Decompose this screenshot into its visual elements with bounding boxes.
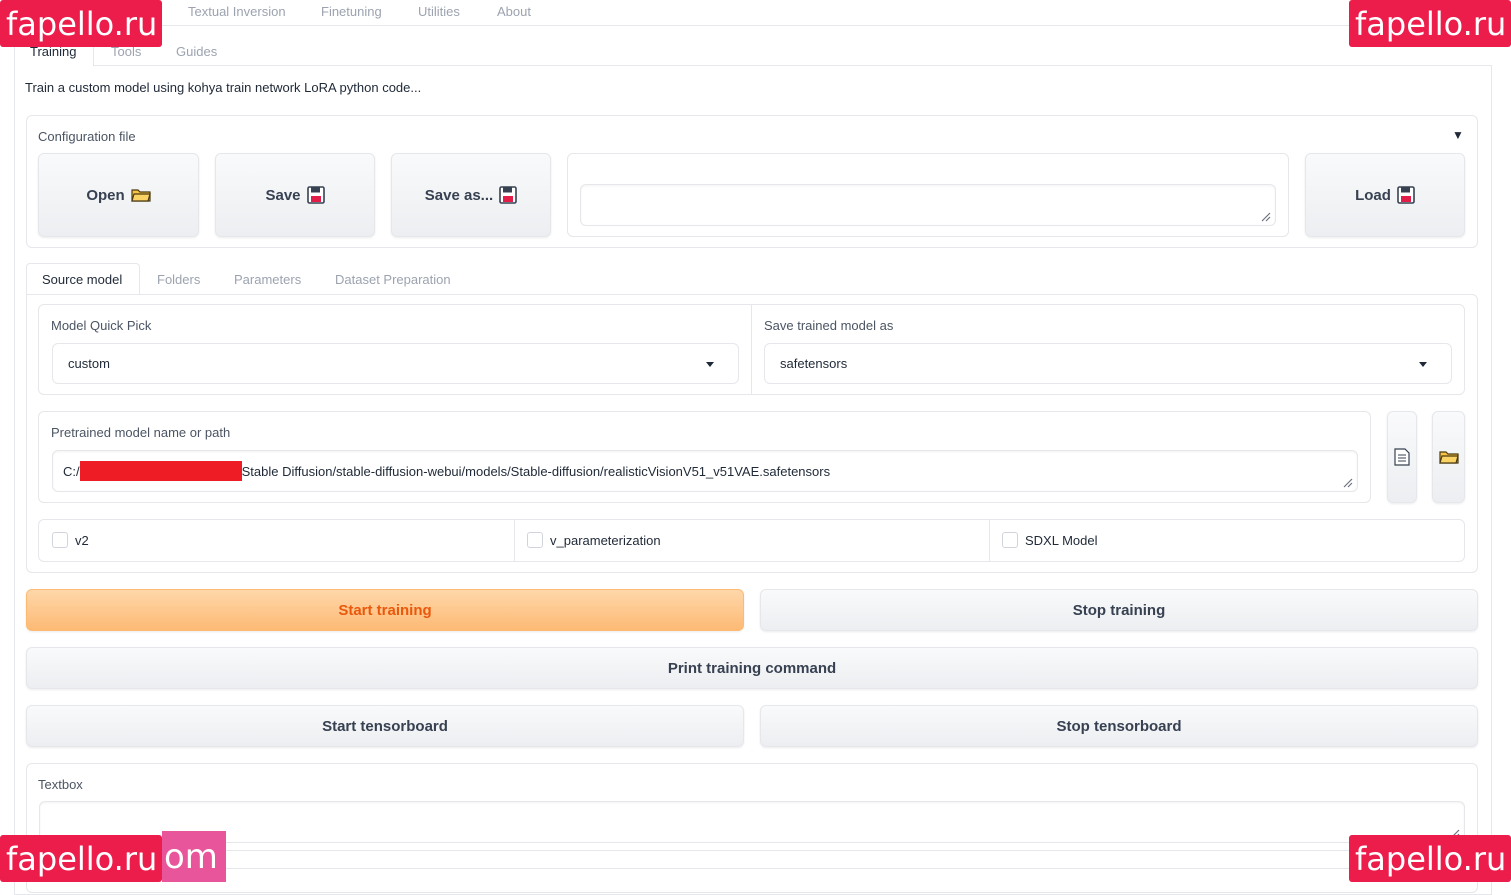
subtab-guides[interactable]: Guides [176, 44, 217, 59]
pick-folder-button[interactable] [1432, 411, 1465, 503]
save-label: Save [265, 186, 301, 204]
save-as-label: Save as... [424, 186, 494, 204]
document-icon [1394, 448, 1410, 466]
print-training-command-button[interactable]: Print training command [26, 647, 1478, 689]
v2-checkbox[interactable] [52, 532, 68, 548]
watermark-logo: fapello.ru [1349, 835, 1511, 882]
pretrained-model-input[interactable]: C:/Stable Diffusion/stable-diffusion-web… [52, 450, 1358, 492]
page-description: Train a custom model using kohya train n… [25, 80, 422, 95]
model-flags-row [38, 519, 1465, 562]
tab-finetuning[interactable]: Finetuning [321, 4, 382, 19]
textbox-label: Textbox [38, 777, 83, 792]
tab-textual-inversion[interactable]: Textual Inversion [188, 4, 286, 19]
sdxl-model-label: SDXL Model [1025, 533, 1098, 548]
stop-tensorboard-button[interactable]: Stop tensorboard [760, 705, 1478, 747]
tab-dataset-preparation[interactable]: Dataset Preparation [335, 272, 451, 287]
model-quick-pick-label: Model Quick Pick [51, 318, 152, 333]
floppy-disk-icon [306, 186, 325, 204]
chevron-down-icon [706, 362, 714, 367]
load-label: Load [1355, 186, 1391, 204]
folder-icon [1438, 451, 1459, 464]
pick-file-button[interactable] [1387, 411, 1417, 503]
v2-label: v2 [75, 533, 89, 548]
tab-about[interactable]: About [497, 4, 531, 19]
pretrained-model-label: Pretrained model name or path [51, 425, 231, 440]
v-parameterization-checkbox[interactable] [527, 532, 543, 548]
save-trained-model-label: Save trained model as [764, 318, 894, 333]
resize-handle-icon[interactable] [1259, 210, 1271, 222]
model-quick-pick-select[interactable]: custom [52, 343, 739, 384]
model-quick-pick-value: custom [68, 356, 110, 371]
floppy-disk-icon [499, 186, 517, 204]
pretrained-model-value: C:/Stable Diffusion/stable-diffusion-web… [63, 460, 830, 481]
start-training-button[interactable]: Start training [26, 589, 744, 631]
sdxl-model-checkbox[interactable] [1002, 532, 1018, 548]
tab-parameters[interactable]: Parameters [234, 272, 301, 287]
textbox-input[interactable] [39, 801, 1465, 843]
row-divider [989, 520, 990, 561]
chevron-down-icon [1419, 362, 1427, 367]
footer-divider [160, 868, 1350, 869]
folder-icon [130, 189, 151, 202]
watermark-logo: fapello.ru [0, 835, 162, 882]
floppy-disk-icon [1397, 186, 1415, 204]
tab-utilities[interactable]: Utilities [418, 4, 460, 19]
open-config-button[interactable]: Open [38, 153, 199, 237]
collapse-toggle-icon[interactable]: ▼ [1452, 128, 1464, 142]
v-parameterization-label: v_parameterization [550, 533, 661, 548]
row-divider [751, 305, 752, 394]
redaction-bar [79, 460, 242, 481]
load-config-button[interactable]: Load [1305, 153, 1465, 237]
footer-divider [160, 850, 1350, 851]
open-label: Open [86, 186, 125, 204]
top-tabs-divider [160, 25, 1495, 26]
save-as-config-button[interactable]: Save as... [391, 153, 551, 237]
resize-handle-icon[interactable] [1341, 476, 1353, 488]
watermark-logo-suffix: om [162, 831, 226, 882]
save-trained-model-value: safetensors [780, 356, 848, 371]
watermark-logo: fapello.ru [0, 0, 162, 47]
config-file-path-input[interactable] [580, 184, 1276, 226]
config-file-label: Configuration file [38, 129, 136, 144]
start-tensorboard-button[interactable]: Start tensorboard [26, 705, 744, 747]
tab-folders[interactable]: Folders [157, 272, 200, 287]
stop-training-button[interactable]: Stop training [760, 589, 1478, 631]
save-config-button[interactable]: Save [215, 153, 375, 237]
row-divider [514, 520, 515, 561]
tab-source-model[interactable]: Source model [42, 272, 122, 287]
watermark-logo: fapello.ru [1349, 0, 1511, 47]
save-trained-model-select[interactable]: safetensors [764, 343, 1452, 384]
